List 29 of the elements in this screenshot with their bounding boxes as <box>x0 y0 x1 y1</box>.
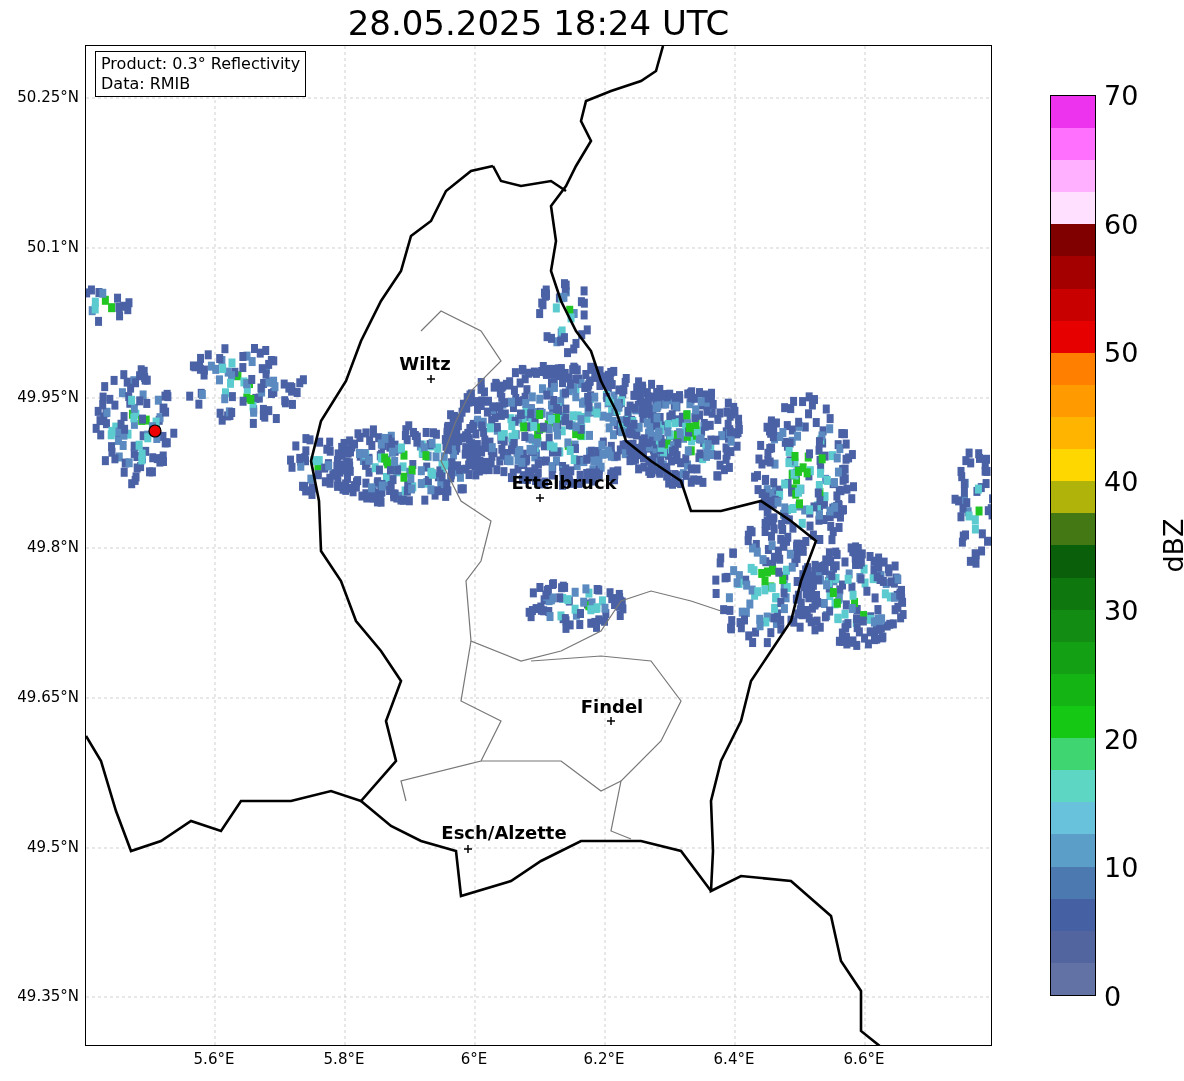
colorbar-tick-label: 30 <box>1104 594 1139 626</box>
latitude-tick-label: 49.5°N <box>26 838 79 856</box>
colorbar-tick-label: 50 <box>1104 336 1139 368</box>
longitude-tick-label: 6°E <box>460 1050 488 1068</box>
latitude-tick-label: 49.65°N <box>17 688 79 706</box>
radar-site-icon <box>148 424 162 438</box>
colorbar-tick-label: 70 <box>1104 79 1139 111</box>
longitude-tick-label: 6.2°E <box>583 1050 625 1068</box>
colorbar-tick-label: 0 <box>1104 980 1122 1012</box>
latitude-tick-label: 49.95°N <box>17 388 79 406</box>
longitude-tick-label: 5.8°E <box>323 1050 365 1068</box>
latitude-tick-label: 50.1°N <box>26 238 79 256</box>
colorbar-label: dBZ <box>1157 518 1184 573</box>
city-label: Esch/Alzette <box>441 821 567 843</box>
info-text: Product: 0.3° Reflectivity <box>101 54 301 74</box>
colorbar-tick-label: 10 <box>1104 851 1139 883</box>
colorbar-tick-label: 40 <box>1104 465 1139 497</box>
latitude-tick-label: 49.35°N <box>17 987 79 1005</box>
city-label: Findel <box>580 695 644 717</box>
city-label: Wiltz <box>399 352 451 374</box>
colorbar-tick-label: 60 <box>1104 208 1139 240</box>
latitude-tick-label: 49.8°N <box>26 538 79 556</box>
latitude-tick-label: 50.25°N <box>17 88 79 106</box>
colorbar-tick-label: 20 <box>1104 723 1139 755</box>
longitude-tick-label: 6.6°E <box>843 1050 885 1068</box>
info-text: Data: RMIB <box>101 74 192 94</box>
longitude-tick-label: 5.6°E <box>193 1050 235 1068</box>
longitude-tick-label: 6.4°E <box>713 1050 755 1068</box>
chart-title: 28.05.2025 18:24 UTC <box>346 1 731 45</box>
